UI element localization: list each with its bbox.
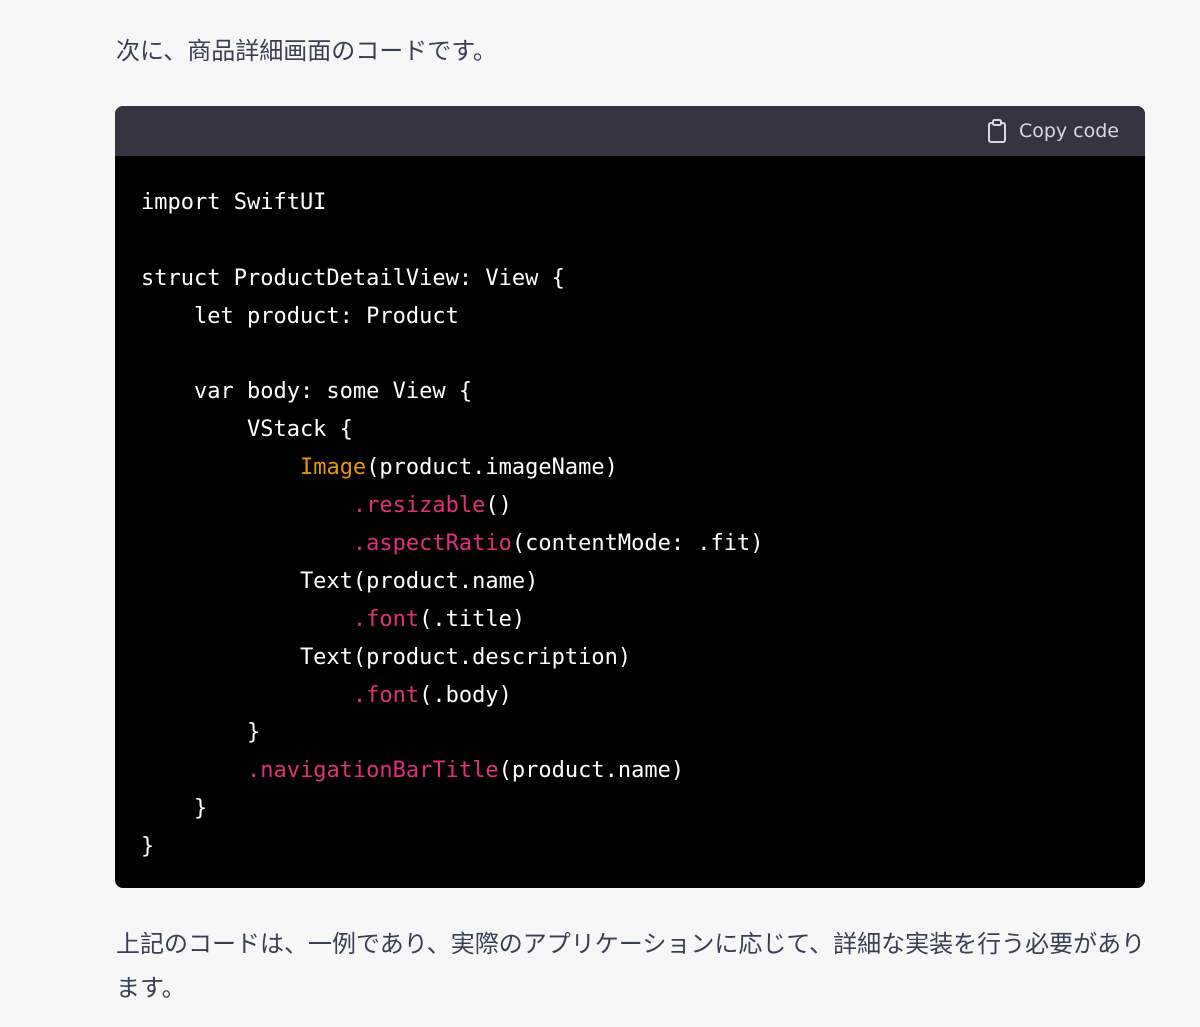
code-token-method: .font <box>352 682 420 708</box>
code-line: .aspectRatio(contentMode: .fit) <box>141 525 1145 563</box>
code-token: let product: Product <box>141 303 459 329</box>
code-token-method: .aspectRatio <box>352 531 512 557</box>
code-token: Text(product.description) <box>141 644 632 670</box>
code-line: let product: Product <box>141 298 1145 336</box>
code-token: } <box>141 720 261 746</box>
code-token: (contentMode: .fit) <box>511 531 764 557</box>
code-line: Text(product.name) <box>141 563 1145 601</box>
code-content[interactable]: import SwiftUI struct ProductDetailView: … <box>115 156 1145 866</box>
code-token-type: Image <box>299 455 367 481</box>
code-token: (.title) <box>419 606 526 632</box>
code-token: } <box>141 834 155 860</box>
code-token: var body: some View { <box>141 379 473 405</box>
code-token-method: .resizable <box>352 493 486 519</box>
code-line: var body: some View { <box>141 373 1145 411</box>
code-token: VStack { <box>141 417 353 443</box>
code-line: .resizable() <box>141 487 1145 525</box>
code-token: (product.imageName) <box>366 455 618 481</box>
code-line: } <box>141 714 1145 752</box>
code-token-method: .navigationBarTitle <box>246 758 499 784</box>
code-block: Copy code import SwiftUI struct ProductDe… <box>115 106 1145 888</box>
code-line: VStack { <box>141 411 1145 449</box>
code-token: Text(product.name) <box>141 568 539 594</box>
code-line: } <box>141 790 1145 828</box>
code-token: (.body) <box>419 682 512 708</box>
code-token: (product.name) <box>498 758 685 784</box>
code-token: import SwiftUI <box>141 190 327 215</box>
outro-text: 上記のコードは、一例であり、実際のアプリケーションに応じて、詳細な実装を行う必要… <box>116 930 1146 1002</box>
code-block-header: Copy code <box>115 106 1145 156</box>
code-line: .font(.body) <box>141 677 1145 715</box>
code-line: .font(.title) <box>141 601 1145 639</box>
code-line: struct ProductDetailView: View { <box>141 260 1145 298</box>
code-line: import SwiftUI <box>141 184 1145 222</box>
copy-code-button[interactable]: Copy code <box>987 119 1119 143</box>
copy-code-label: Copy code <box>1018 120 1119 142</box>
code-token: struct ProductDetailView: View { <box>141 265 565 291</box>
intro-text: 次に、商品詳細画面のコードです。 <box>116 37 497 65</box>
code-token-method: .font <box>352 606 420 632</box>
code-token: } <box>141 796 208 822</box>
code-line: Text(product.description) <box>141 639 1145 677</box>
code-line: .navigationBarTitle(product.name) <box>141 752 1145 790</box>
code-token: () <box>485 493 512 519</box>
clipboard-icon <box>987 119 1007 143</box>
code-line: Image(product.imageName) <box>141 449 1145 487</box>
code-line: } <box>141 828 1145 866</box>
